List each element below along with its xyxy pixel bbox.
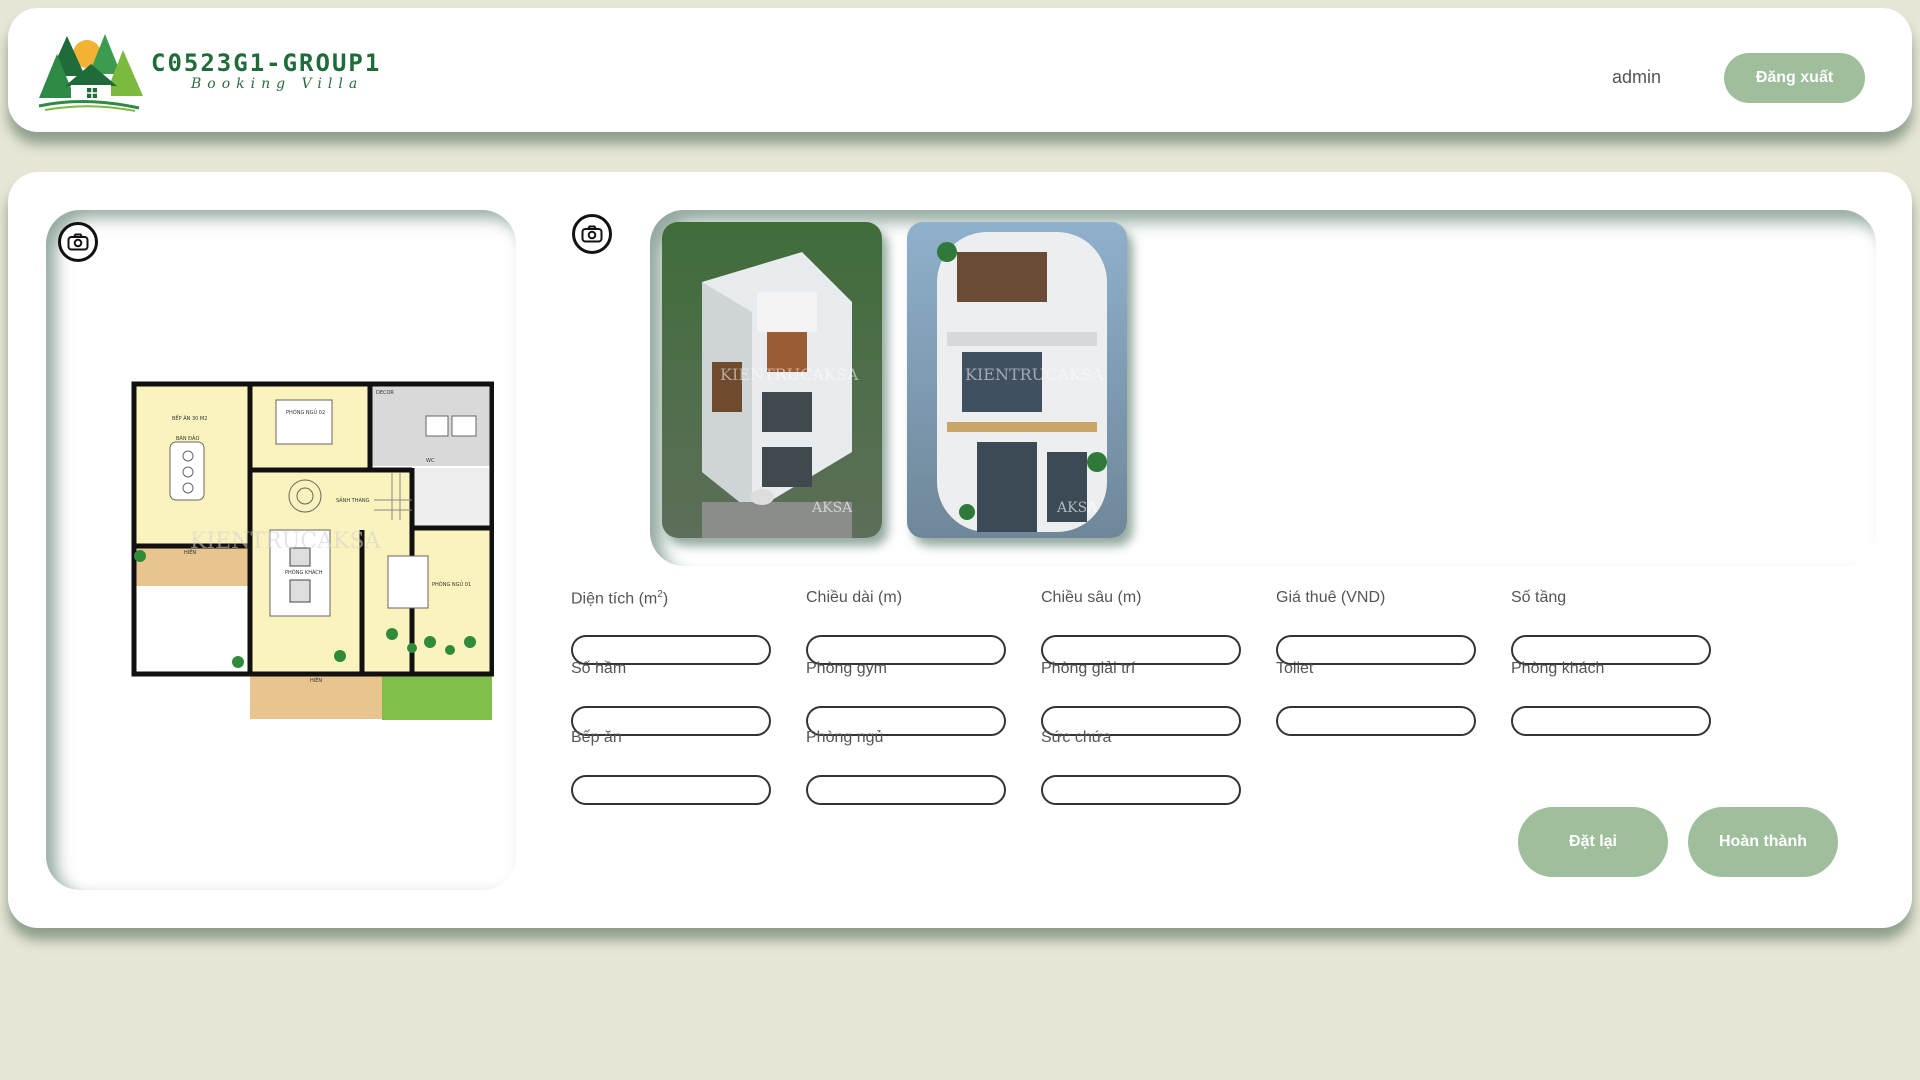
floorplan-island-label: BÀN ĐẢO — [176, 434, 199, 442]
area-field: Diện tích (m2) — [571, 589, 771, 665]
reset-button[interactable]: Đặt lại — [1518, 807, 1668, 877]
length-label: Chiều dài (m) — [806, 589, 903, 606]
depth-label: Chiều sâu (m) — [1041, 589, 1142, 606]
floorplan-hall-label: SẢNH THANG — [336, 496, 370, 504]
bedroom-field: Phòng ngủ — [806, 729, 1006, 805]
floorplan-wc-label: WC — [426, 458, 435, 464]
floorplan-image: BẾP ĂN 30 M2 BÀN ĐẢO PHÒNG NGỦ 02 DECOR … — [130, 380, 494, 740]
price-field: Giá thuê (VND) — [1276, 589, 1476, 665]
entertainment-label: Phòng giải trí — [1041, 660, 1136, 677]
floorplan-bedroom2-label: PHÒNG NGỦ 02 — [286, 408, 325, 416]
floors-label: Số tầng — [1511, 589, 1567, 606]
house-trees-logo-icon — [38, 34, 143, 112]
depth-field: Chiều sâu (m) — [1041, 589, 1241, 665]
logout-button[interactable]: Đăng xuất — [1724, 53, 1865, 103]
capacity-field: Sức chứa — [1041, 729, 1241, 805]
capacity-input[interactable] — [1041, 775, 1241, 805]
floorplan-kitchen-label: BẾP ĂN 30 M2 — [172, 414, 207, 422]
floorplan-living-label: PHÒNG KHÁCH — [285, 569, 323, 576]
kitchen-field: Bếp ăn — [571, 729, 771, 805]
brand-text: C0523G1-GROUP1 Booking Villa — [151, 51, 381, 91]
gym-label: Phòng gym — [806, 660, 887, 677]
villa-photo-thumbnail[interactable]: KIENTRUCAKSA AKSA — [662, 222, 882, 538]
brand-name: C0523G1-GROUP1 — [151, 49, 382, 77]
villa-image-gallery[interactable]: KIENTRUCAKSA AKSA KIENTRUCAKSA AKSA — [650, 210, 1876, 566]
toilet-field: Toilet — [1276, 660, 1476, 736]
capacity-label: Sức chứa — [1041, 729, 1112, 746]
area-label: Diện tích (m2) — [571, 589, 669, 608]
floorplan-decor-label: DECOR — [376, 390, 394, 396]
basement-field: Số hầm — [571, 660, 771, 736]
toilet-label: Toilet — [1276, 660, 1314, 677]
guest-room-label: Phòng khách — [1511, 660, 1605, 677]
gym-field: Phòng gym — [806, 660, 1006, 736]
current-user-name[interactable]: admin — [1612, 67, 1661, 88]
basement-label: Số hầm — [571, 660, 627, 677]
villa-photo-image: KIENTRUCAKSA AKSA — [907, 222, 1127, 538]
floorplan-watermark: KIENTRUCAKSA — [190, 529, 381, 554]
brand-logo[interactable]: C0523G1-GROUP1 Booking Villa — [35, 30, 381, 112]
toilet-input[interactable] — [1276, 706, 1476, 736]
guest-room-input[interactable] — [1511, 706, 1711, 736]
camera-icon[interactable] — [58, 222, 98, 262]
camera-icon[interactable] — [572, 214, 612, 254]
photo-watermark: KIENTRUCAKSA — [720, 365, 859, 384]
photo-logo: AKSA — [811, 500, 853, 516]
top-navbar: C0523G1-GROUP1 Booking Villa admin Đăng … — [8, 8, 1912, 132]
guest-room-field: Phòng khách — [1511, 660, 1711, 736]
entertainment-field: Phòng giải trí — [1041, 660, 1241, 736]
bedroom-label: Phòng ngủ — [806, 729, 884, 746]
brand-tagline: Booking Villa — [191, 76, 364, 92]
villa-photo-image: KIENTRUCAKSA AKSA — [662, 222, 882, 538]
kitchen-input[interactable] — [571, 775, 771, 805]
submit-button[interactable]: Hoàn thành — [1688, 807, 1838, 877]
floorplan-yard-label: HIÊN — [310, 676, 322, 684]
photo-watermark: KIENTRUCAKSA — [965, 365, 1104, 384]
floorplan-bedroom1-label: PHÒNG NGỦ 01 — [432, 580, 471, 588]
kitchen-label: Bếp ăn — [571, 729, 622, 746]
villa-photo-thumbnail[interactable]: KIENTRUCAKSA AKSA — [907, 222, 1127, 538]
villa-form-card: BẾP ĂN 30 M2 BÀN ĐẢO PHÒNG NGỦ 02 DECOR … — [8, 172, 1912, 928]
photo-logo: AKSA — [1056, 500, 1098, 516]
length-field: Chiều dài (m) — [806, 589, 1006, 665]
floorplan-upload-panel[interactable]: BẾP ĂN 30 M2 BÀN ĐẢO PHÒNG NGỦ 02 DECOR … — [46, 210, 516, 890]
floors-field: Số tầng — [1511, 589, 1711, 665]
bedroom-input[interactable] — [806, 775, 1006, 805]
price-label: Giá thuê (VND) — [1276, 589, 1386, 606]
